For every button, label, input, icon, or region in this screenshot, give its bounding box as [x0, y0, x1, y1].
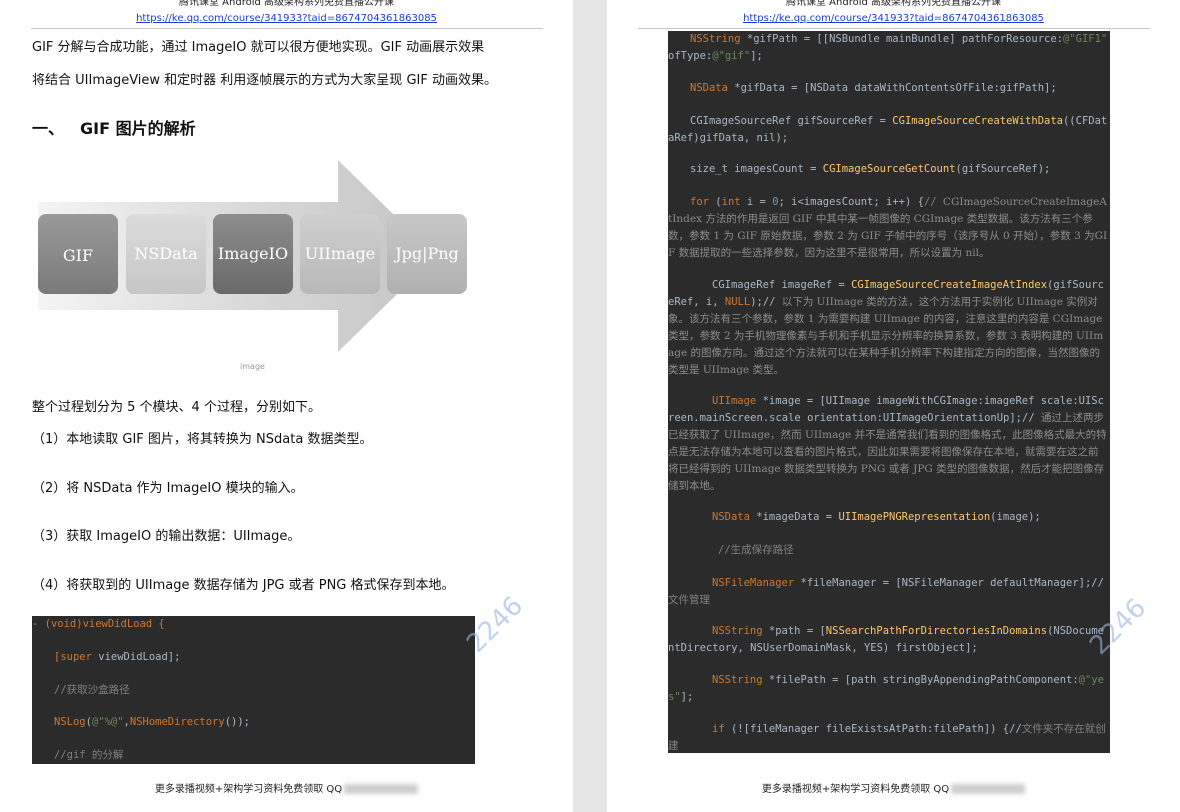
code-line: NSLog(@"%@",NSHomeDirectory());: [54, 716, 250, 728]
process-step-2: （2）将 NSData 作为 ImageIO 模块的输入。: [32, 481, 304, 496]
page-footer: 更多录播视频+架构学习资料免费领取 QQ: [0, 780, 573, 795]
header-divider: [31, 28, 543, 29]
code-line: [super viewDidLoad];: [54, 651, 181, 663]
code-line: NSString *filePath = [path stringByAppen…: [668, 674, 1104, 703]
code-line: NSData *gifData = [NSData dataWithConten…: [690, 82, 1057, 94]
header-divider: [638, 28, 1150, 29]
process-summary: 整个过程划分为 5 个模块、4 个过程，分别如下。: [32, 400, 321, 415]
code-line: if (![fileManager fileExistsAtPath:fileP…: [668, 723, 1106, 752]
page-header-title: 腾讯课堂 Android 高级架构系列免费直播公开课: [785, 0, 1002, 8]
code-line: UIImage *image = [UIImage imageWithCGIma…: [668, 395, 1107, 492]
code-line: size_t imagesCount = CGImageSourceGetCou…: [690, 163, 1051, 175]
step-label-nsdata: NSData: [134, 244, 198, 263]
code-block-viewdidload: - (void)viewDidLoad { [super viewDidLoad…: [32, 616, 475, 764]
page-footer: 更多录播视频+架构学习资料免费领取 QQ: [607, 780, 1180, 795]
section-heading-text: GIF 图片的解析: [80, 119, 196, 138]
code-line: CGImageSourceRef gifSourceRef = CGImageS…: [668, 115, 1108, 144]
code-line: NSString *gifPath = [[NSBundle mainBundl…: [668, 33, 1108, 62]
code-line: NSString *path = [NSSearchPathForDirecto…: [668, 625, 1104, 654]
step-label-imageio: ImageIO: [218, 244, 288, 263]
page-header-link[interactable]: https://ke.qq.com/course/341933?taid=867…: [607, 13, 1180, 25]
code-line: for (int i = 0; i<imagesCount; i++) {// …: [668, 196, 1108, 259]
process-step-4: （4）将获取到的 UIImage 数据存储为 JPG 或者 PNG 格式保存到本…: [32, 578, 455, 593]
image-caption: image: [240, 362, 265, 371]
code-block-gif-decode: NSString *gifPath = [[NSBundle mainBundl…: [668, 31, 1110, 753]
process-step-3: （3）获取 ImageIO 的输出数据：UIImage。: [32, 529, 301, 544]
step-label-uiimage: UIImage: [305, 244, 376, 263]
code-line: NSFileManager *fileManager = [NSFileMana…: [668, 577, 1104, 606]
step-label-gif: GIF: [63, 246, 93, 265]
code-comment: //生成保存路径: [718, 544, 794, 556]
section-heading: 一、 GIF 图片的解析: [32, 118, 196, 140]
code-comment: //gif 的分解: [54, 749, 124, 761]
code-line: CGImageRef imageRef = CGImageSourceCreat…: [668, 279, 1104, 376]
document-page-right: 腾讯课堂 Android 高级架构系列免费直播公开课 https://ke.qq…: [607, 0, 1180, 812]
code-line: - (void)viewDidLoad {: [32, 618, 165, 630]
intro-paragraph-line-2: 将结合 UIImageView 和定时器 利用逐帧展示的方式为大家呈现 GIF …: [32, 73, 497, 88]
page-header-title: 腾讯课堂 Android 高级架构系列免费直播公开课: [178, 0, 395, 8]
code-line: NSData *imageData = UIImagePNGRepresenta…: [712, 511, 1041, 523]
process-step-1: （1）本地读取 GIF 图片，将其转换为 NSdata 数据类型。: [32, 432, 373, 447]
gif-process-diagram: GIF NSData ImageIO UIImage Jpg|Png: [38, 160, 467, 352]
page-header-link[interactable]: https://ke.qq.com/course/341933?taid=867…: [0, 13, 573, 25]
code-comment: //获取沙盒路径: [54, 684, 130, 696]
section-heading-number: 一、: [32, 119, 65, 138]
intro-paragraph-line-1: GIF 分解与合成功能，通过 ImageIO 就可以很方便地实现。GIF 动画展…: [32, 40, 485, 55]
step-label-jpgpng: Jpg|Png: [393, 244, 459, 263]
document-page-left: 腾讯课堂 Android 高级架构系列免费直播公开课 https://ke.qq…: [0, 0, 573, 812]
